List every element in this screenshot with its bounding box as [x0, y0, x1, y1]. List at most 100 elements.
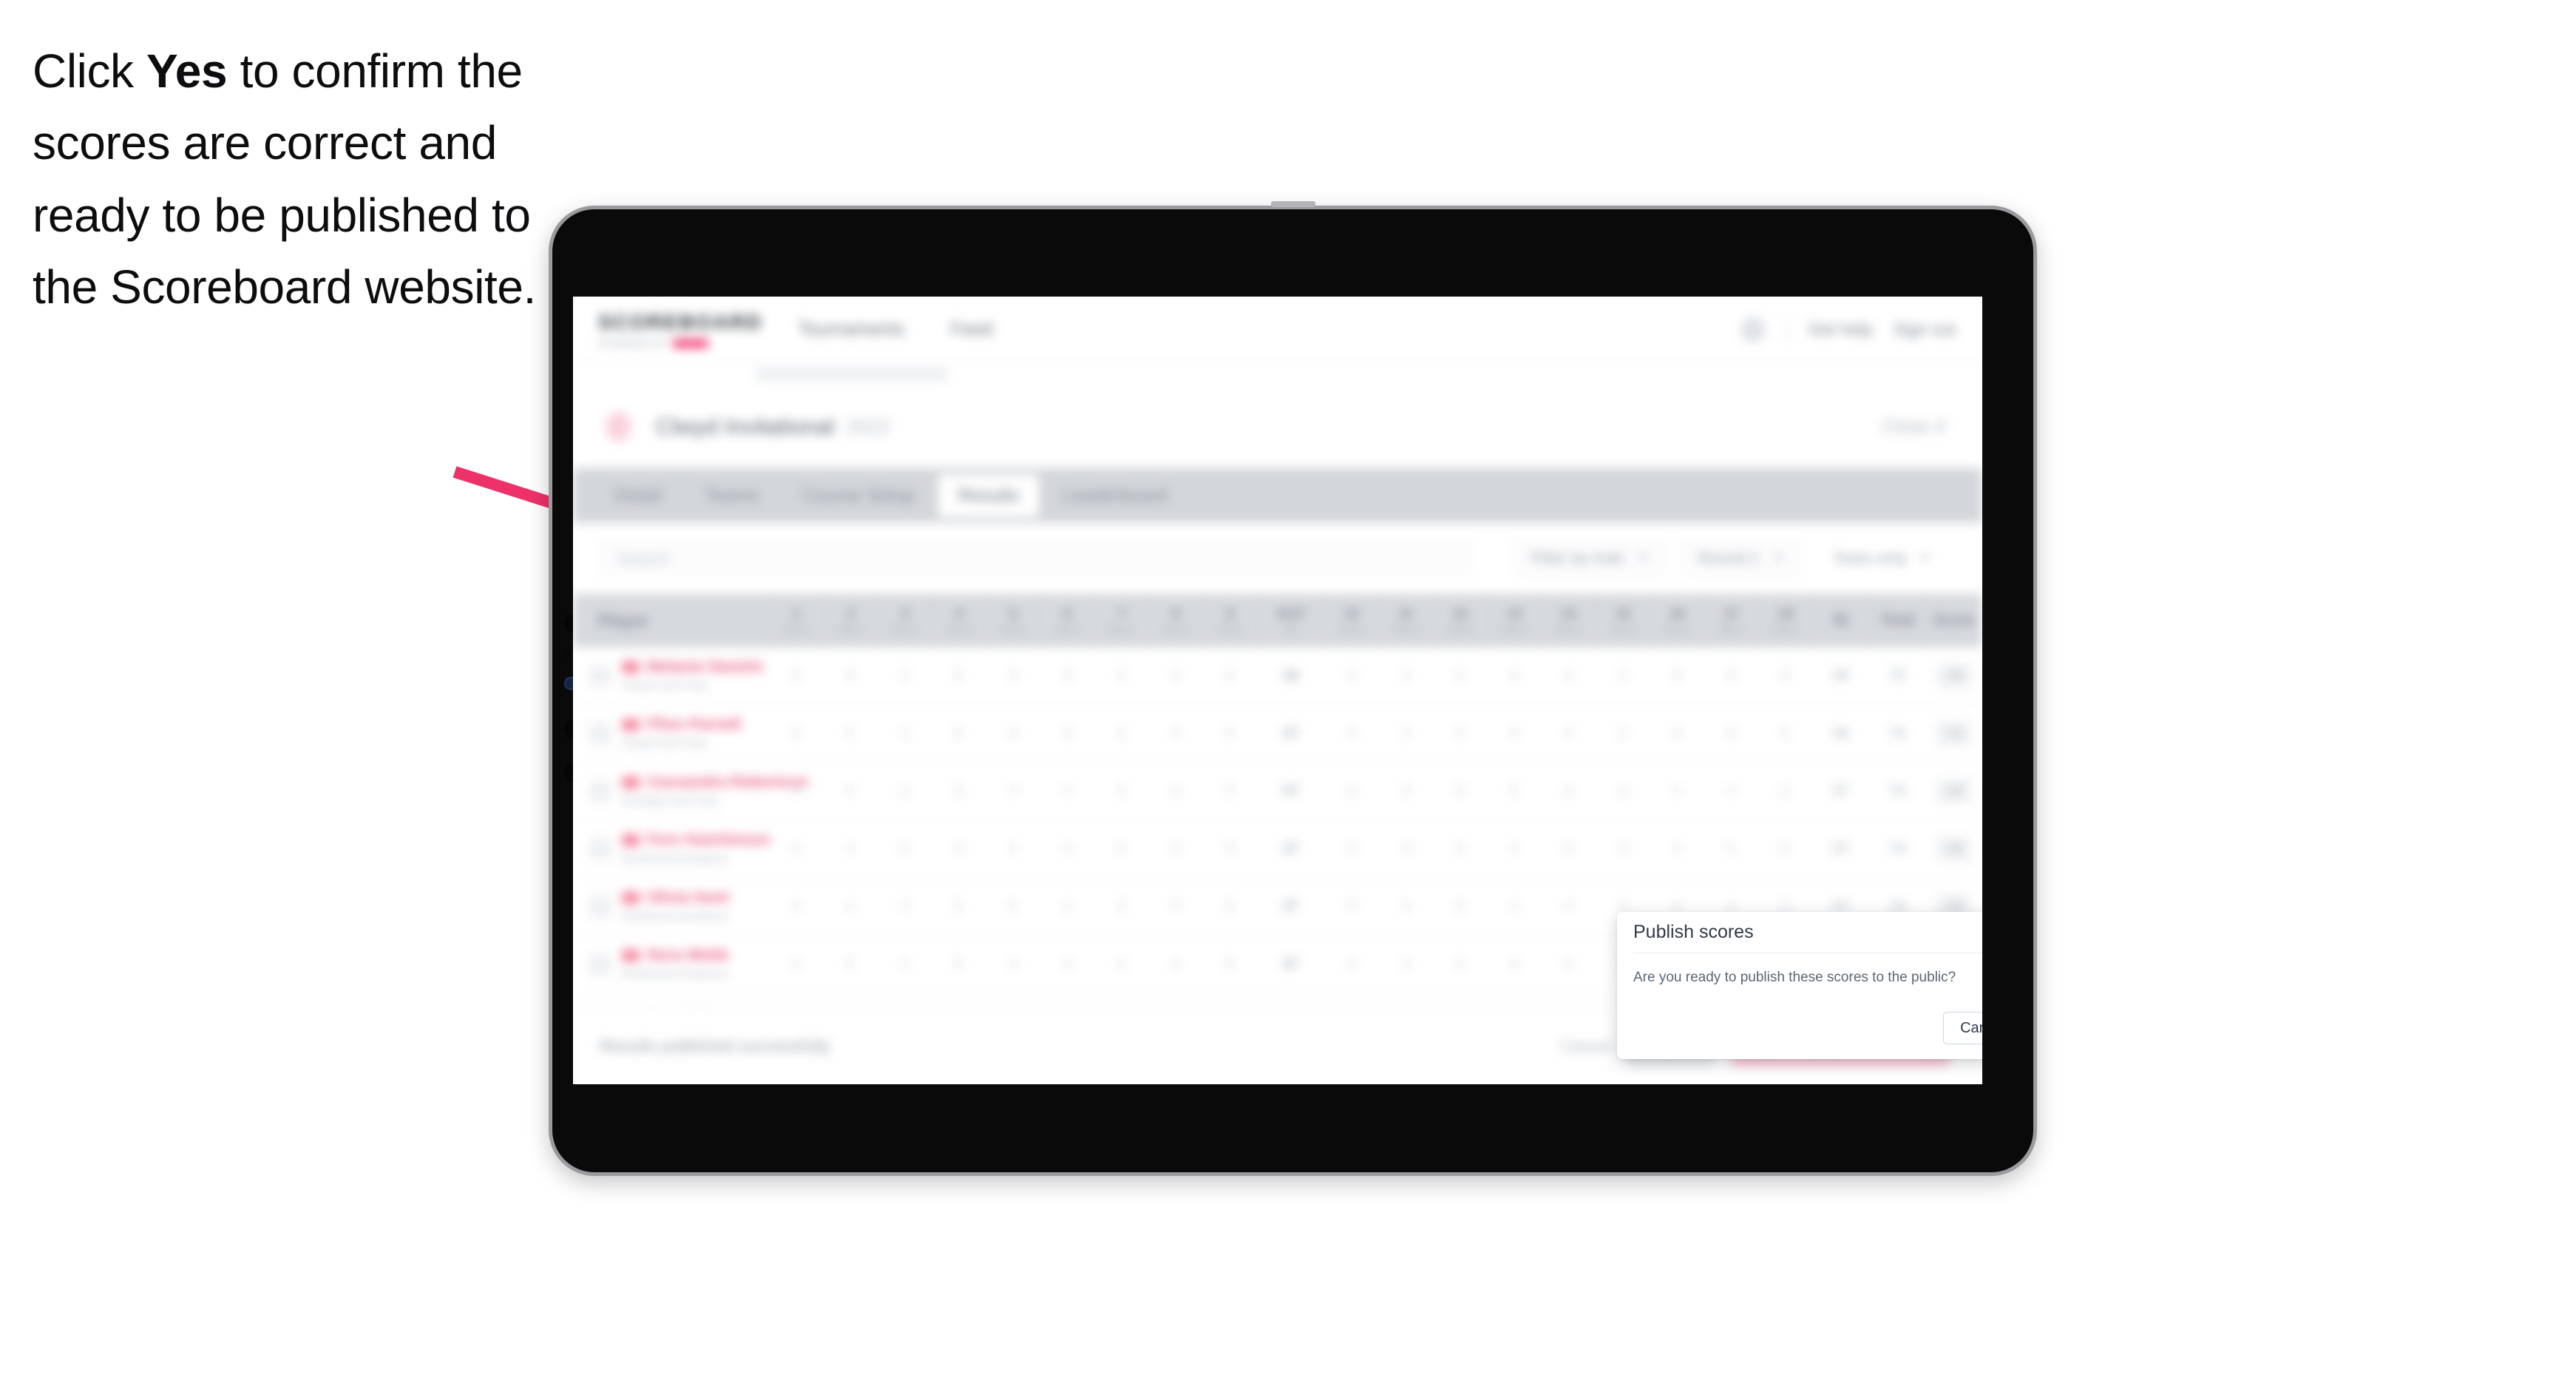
hole-score-cell[interactable]: 5	[932, 936, 986, 993]
hole-score-cell[interactable]: 3	[1094, 763, 1148, 819]
tab-results[interactable]: Results	[938, 474, 1039, 517]
hole-score-cell[interactable]: 4	[1148, 647, 1202, 704]
hole-score-cell[interactable]: 3	[1094, 936, 1148, 993]
hole-score-cell[interactable]: 4	[769, 705, 823, 762]
hole-score-cell[interactable]: 5	[1758, 647, 1812, 704]
hole-score-cell[interactable]: 3	[1094, 878, 1148, 935]
hole-score-cell[interactable]: 4	[1541, 763, 1595, 819]
table-row[interactable]: Cassandra Robertson Denbigh Golf Club 5 4 3 5…	[573, 763, 1982, 820]
hole-score-cell[interactable]: 4	[1704, 705, 1758, 762]
hole-score-cell[interactable]: 3	[1094, 820, 1148, 877]
hole-score-cell[interactable]: 3	[1596, 763, 1650, 819]
hole-score-cell[interactable]: 5	[823, 936, 877, 993]
hole-score-cell[interactable]: 4	[986, 763, 1040, 819]
hole-score-cell[interactable]: 3	[1379, 763, 1433, 819]
hole-score-cell[interactable]: 4	[769, 936, 823, 993]
nav-item-feed[interactable]: Feed	[951, 319, 993, 340]
avatar[interactable]	[1740, 317, 1766, 342]
hole-score-cell[interactable]: 4	[1487, 820, 1541, 877]
hole-score-cell[interactable]: 4	[1324, 763, 1378, 819]
get-help-link[interactable]: Get help	[1809, 320, 1873, 339]
tab-course-setup[interactable]: Course Setup	[783, 475, 935, 517]
hole-score-cell[interactable]: 5	[932, 647, 986, 704]
hole-score-cell[interactable]: 4	[1650, 763, 1704, 819]
hole-score-cell[interactable]: 5	[1202, 936, 1256, 993]
hole-score-cell[interactable]: 4	[1704, 647, 1758, 704]
hole-score-cell[interactable]: 4	[823, 878, 877, 935]
hole-score-cell[interactable]: 3	[1094, 705, 1148, 762]
hole-score-cell[interactable]: 4	[1324, 705, 1378, 762]
sign-out-link[interactable]: Sign out	[1894, 320, 1956, 339]
out-total-cell[interactable]: 37	[1257, 936, 1325, 993]
hole-score-cell[interactable]: 5	[1202, 820, 1256, 877]
hole-score-cell[interactable]: 4	[1487, 647, 1541, 704]
hole-score-cell[interactable]: 5	[1758, 820, 1812, 877]
hole-score-cell[interactable]: 4	[769, 820, 823, 877]
table-row[interactable]: Fern Hutchinson Northwest Amateurs 4 4 4 5 4 4 3…	[573, 820, 1982, 878]
hole-score-cell[interactable]: 5	[1202, 878, 1256, 935]
hole-score-cell[interactable]: 4	[986, 705, 1040, 762]
hole-score-cell[interactable]: 5	[932, 820, 986, 877]
hole-score-cell[interactable]: 4	[1040, 878, 1094, 935]
hole-score-cell[interactable]: 4	[1704, 763, 1758, 819]
close-event-link[interactable]: Close X	[1882, 416, 1947, 438]
hole-score-cell[interactable]: 3	[1379, 647, 1433, 704]
hole-score-cell[interactable]: 4	[1650, 820, 1704, 877]
hole-score-cell[interactable]: 4	[1650, 705, 1704, 762]
hole-score-cell[interactable]: 4	[769, 878, 823, 935]
hole-score-cell[interactable]: 4	[823, 820, 877, 877]
hole-score-cell[interactable]: 3	[878, 936, 932, 993]
hole-score-cell[interactable]: 4	[1040, 705, 1094, 762]
hole-score-cell[interactable]: 5	[1433, 705, 1487, 762]
hole-score-cell[interactable]: 5	[1202, 705, 1256, 762]
hole-score-cell[interactable]: 5	[986, 878, 1040, 935]
hole-score-cell[interactable]: 5	[1758, 763, 1812, 819]
hole-score-cell[interactable]: 3	[1379, 705, 1433, 762]
hole-score-cell[interactable]: 5	[1202, 647, 1256, 704]
hole-score-cell[interactable]: 4	[986, 820, 1040, 877]
search-input[interactable]: Search	[600, 540, 1472, 577]
out-total-cell[interactable]: 37	[1257, 820, 1325, 877]
hole-score-cell[interactable]: 4	[1040, 936, 1094, 993]
hole-score-cell[interactable]: 5	[1202, 763, 1256, 819]
hole-score-cell[interactable]: 5	[932, 763, 986, 819]
hole-score-cell[interactable]: 4	[1487, 705, 1541, 762]
hole-score-cell[interactable]: 4	[878, 820, 932, 877]
hole-score-cell[interactable]: 5	[823, 705, 877, 762]
table-row[interactable]: Melanie Daniels Clwyd Golf Club 4 4 3 5 4 4 3 4 5 3…	[573, 647, 1982, 705]
hole-score-cell[interactable]: 4	[1324, 820, 1378, 877]
hole-score-cell[interactable]: 4	[1650, 647, 1704, 704]
hole-score-cell[interactable]: 4	[1148, 705, 1202, 762]
hole-score-cell[interactable]: 4	[1040, 820, 1094, 877]
hole-score-cell[interactable]: 5	[932, 878, 986, 935]
hole-score-cell[interactable]: 4	[823, 647, 877, 704]
out-total-cell[interactable]: 37	[1257, 763, 1325, 819]
hole-score-cell[interactable]: 3	[1596, 705, 1650, 762]
hole-score-cell[interactable]: 4	[1379, 878, 1433, 935]
hole-score-cell[interactable]: 4	[823, 763, 877, 819]
hole-score-cell[interactable]: 4	[1040, 647, 1094, 704]
hole-score-cell[interactable]: 4	[1487, 878, 1541, 935]
footer-cancel-link[interactable]: Cancel	[1560, 1037, 1610, 1056]
hole-score-cell[interactable]: 3	[1379, 820, 1433, 877]
hole-score-cell[interactable]: 3	[1596, 647, 1650, 704]
hole-score-cell[interactable]: 3	[878, 705, 932, 762]
hole-score-cell[interactable]: 3	[878, 647, 932, 704]
hole-score-cell[interactable]: 4	[769, 647, 823, 704]
hole-score-cell[interactable]: 5	[1433, 878, 1487, 935]
hole-score-cell[interactable]: 4	[1148, 763, 1202, 819]
hole-score-cell[interactable]: 3	[878, 878, 932, 935]
hole-score-cell[interactable]: 4	[1040, 763, 1094, 819]
team-only-select[interactable]: Team only	[1817, 540, 1947, 577]
hole-score-cell[interactable]: 4	[1541, 820, 1595, 877]
hole-score-cell[interactable]: 5	[1433, 647, 1487, 704]
hole-score-cell[interactable]: 3	[1094, 647, 1148, 704]
hole-score-cell[interactable]: 5	[1433, 763, 1487, 819]
hole-score-cell[interactable]: 4	[1324, 878, 1378, 935]
tab-detail[interactable]: Detail	[595, 475, 681, 517]
filter-by-hole-select[interactable]: Filter by hole	[1514, 540, 1665, 577]
cancel-button[interactable]: Cancel	[1943, 1012, 1982, 1044]
hole-score-cell[interactable]: 5	[769, 763, 823, 819]
hole-score-cell[interactable]: 4	[986, 936, 1040, 993]
hole-score-cell[interactable]: 3	[878, 763, 932, 819]
